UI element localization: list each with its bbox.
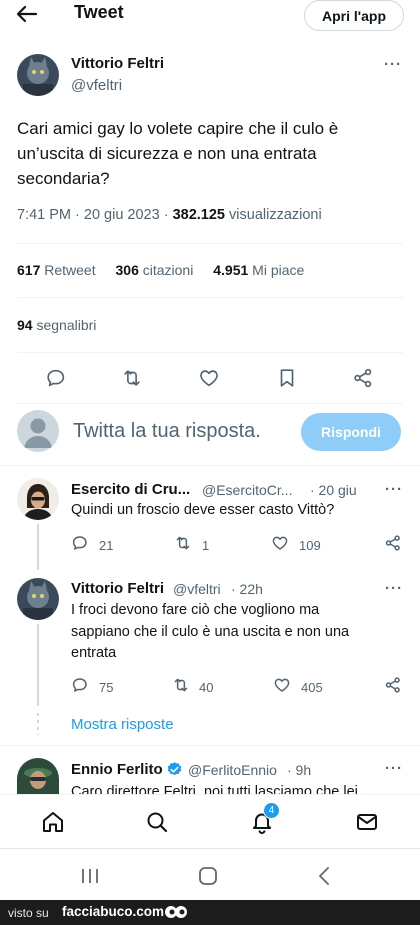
more-options-icon[interactable]: ··· (385, 760, 403, 777)
bookmarks-stat[interactable]: 94 segnalibri (17, 317, 96, 333)
like-heart-icon[interactable] (271, 534, 289, 552)
notifications-badge: 4 (263, 802, 280, 819)
reply-author-handle[interactable]: @EsercitoCr... (202, 482, 292, 498)
author-avatar[interactable] (17, 54, 59, 96)
views-count: 382.125 (172, 207, 225, 223)
system-navigation-bar (0, 848, 420, 900)
likes-label: Mi piace (252, 262, 305, 278)
bookmark-icon[interactable] (276, 367, 298, 389)
tweet-timestamp: 7:41 PM · 20 giu 2023 · (17, 207, 173, 223)
watermark-bar: visto su facciabuco.com (0, 900, 420, 925)
page-title: Tweet (74, 2, 124, 22)
reply-text: I froci devono fare ciò che vogliono ma … (71, 602, 350, 661)
divider (0, 745, 420, 746)
retweet-count: 40 (199, 680, 214, 695)
bookmarks-count: 94 (17, 317, 33, 333)
top-bar: Tweet Apri l'app (0, 0, 420, 31)
verified-badge-icon (166, 761, 183, 778)
reply-author-handle[interactable]: @vfeltri (173, 581, 221, 597)
current-user-avatar (17, 410, 59, 452)
recent-apps-icon[interactable] (80, 867, 100, 885)
reply-button[interactable]: Rispondi (301, 413, 401, 451)
reply-icon[interactable] (71, 534, 89, 552)
reply-text: Quindi un froscio deve esser casto Vittò… (71, 502, 335, 518)
watermark-prefix: visto su (8, 906, 49, 920)
retweet-icon[interactable] (172, 676, 190, 694)
reply-author-name[interactable]: Ennio Ferlito (71, 761, 163, 778)
messages-icon[interactable] (355, 810, 379, 834)
reply-avatar[interactable] (17, 758, 59, 794)
divider (0, 465, 420, 466)
watermark-logo-icon (164, 903, 188, 921)
reply-3-clip: Ennio Ferlito @FerlitoEnnio · 9h Caro di… (71, 759, 401, 794)
author-name[interactable]: Vittorio Feltri (71, 55, 164, 72)
divider (17, 352, 403, 353)
share-icon[interactable] (384, 676, 402, 694)
reply-avatar[interactable] (17, 478, 59, 520)
reply-icon[interactable] (45, 367, 67, 389)
show-replies-link[interactable]: Mostra risposte (71, 716, 174, 733)
tweet-metadata: 7:41 PM · 20 giu 2023 · 382.125 visualiz… (17, 207, 322, 223)
reply-author-name[interactable]: Esercito di Cru... (71, 481, 190, 498)
reply-avatar[interactable] (17, 578, 59, 620)
likes-count: 4.951 (213, 262, 249, 278)
thread-dots (37, 713, 39, 735)
reply-input[interactable]: Twitta la tua risposta. (73, 420, 261, 443)
retweets-stat[interactable]: 617 Retweet (17, 262, 96, 278)
reply-time: · 9h (287, 762, 312, 778)
quotes-stat[interactable]: 306 citazioni (116, 262, 194, 278)
engagement-stats: 617 Retweet 306 citazioni 4.951 Mi piace (17, 262, 320, 278)
search-icon[interactable] (145, 810, 169, 834)
retweet-count: 1 (202, 538, 210, 553)
like-heart-icon[interactable] (273, 676, 291, 694)
bookmarks-label: segnalibri (36, 317, 97, 333)
reply-author-name[interactable]: Vittorio Feltri (71, 580, 164, 597)
home-icon[interactable] (41, 810, 65, 834)
like-heart-icon[interactable] (198, 367, 220, 389)
reply-count: 21 (99, 538, 114, 553)
retweet-icon[interactable] (121, 367, 143, 389)
watermark-site: facciabuco.com (62, 904, 165, 919)
retweets-count: 617 (17, 262, 41, 278)
likes-stat[interactable]: 4.951 Mi piace (213, 262, 304, 278)
retweet-icon[interactable] (174, 534, 192, 552)
share-icon[interactable] (384, 534, 402, 552)
divider (17, 243, 403, 244)
reply-time: · 22h (231, 581, 263, 597)
reply-count: 75 (99, 680, 114, 695)
home-button-icon[interactable] (198, 866, 218, 886)
reply-time: · 20 giu (310, 482, 357, 498)
more-options-icon[interactable]: ··· (384, 56, 402, 73)
reply-text: Caro direttore Feltri, noi tutti lasciam… (71, 784, 358, 794)
more-options-icon[interactable]: ··· (385, 580, 403, 597)
divider (17, 297, 403, 298)
share-icon[interactable] (352, 367, 374, 389)
more-options-icon[interactable]: ··· (385, 481, 403, 498)
reply-icon[interactable] (71, 676, 89, 694)
quotes-count: 306 (115, 262, 139, 278)
divider (17, 403, 403, 404)
back-button-icon[interactable] (316, 866, 334, 886)
back-arrow-icon[interactable] (14, 2, 40, 26)
bottom-navigation (0, 794, 420, 848)
author-handle[interactable]: @vfeltri (71, 77, 122, 94)
like-count: 405 (301, 680, 323, 695)
thread-line (37, 624, 39, 706)
reply-author-handle[interactable]: @FerlitoEnnio (188, 762, 277, 778)
quotes-label: citazioni (142, 262, 194, 278)
views-label: visualizzazioni (225, 207, 322, 223)
retweets-label: Retweet (44, 262, 96, 278)
like-count: 109 (299, 538, 321, 553)
thread-line (37, 524, 39, 570)
open-app-button[interactable]: Apri l'app (304, 0, 404, 31)
tweet-text: Cari amici gay lo volete capire che il c… (17, 119, 339, 188)
